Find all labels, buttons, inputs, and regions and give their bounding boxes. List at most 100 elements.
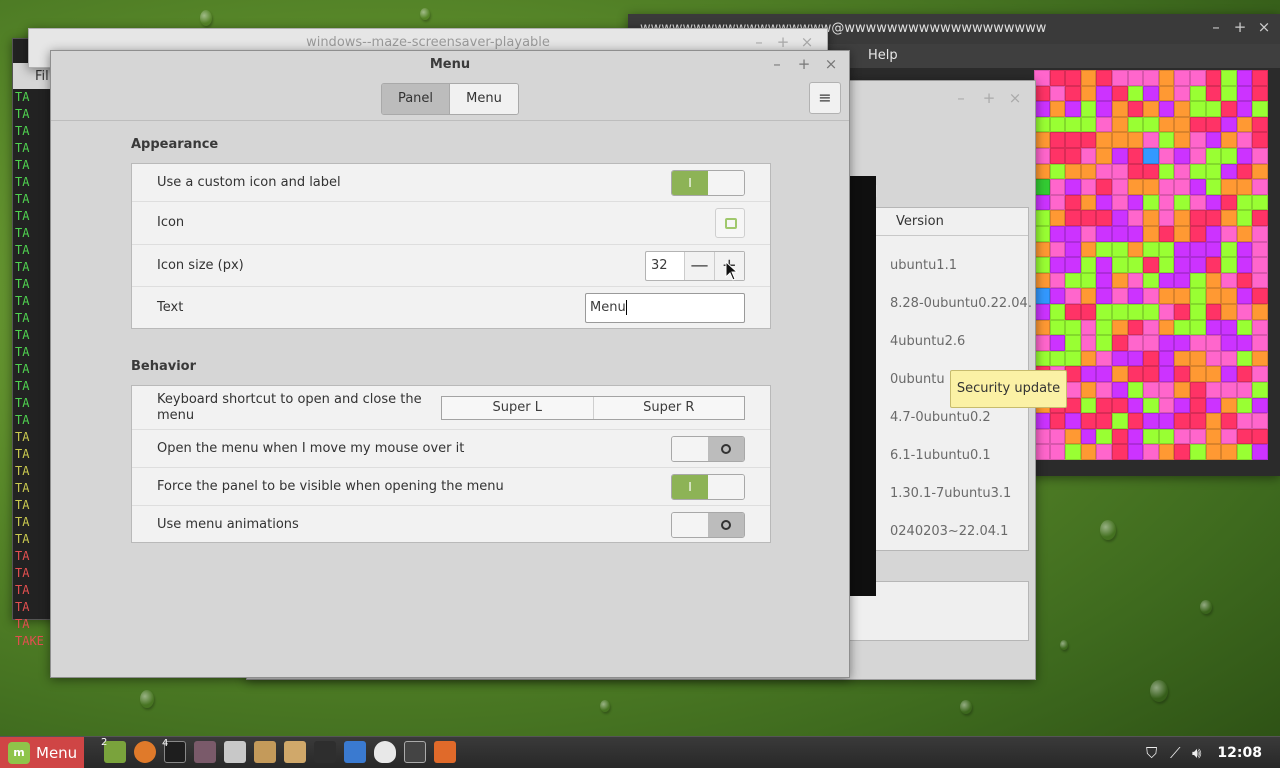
icon-chooser-button[interactable] [715,208,745,238]
maximize-icon[interactable]: + [1228,14,1252,40]
maximize-icon[interactable]: + [792,51,816,77]
maze-pixel [1127,85,1144,102]
hamburger-menu-icon[interactable]: ≡ [809,82,841,114]
shortcut-primary[interactable]: Super L [442,396,594,419]
hover-switch[interactable] [671,435,745,462]
close-icon[interactable]: × [1252,14,1276,40]
update-row-version[interactable]: 8.28-0ubuntu0.22.04. [890,296,1032,311]
shield-tray-icon[interactable]: ⛉ [1146,737,1157,768]
update-row-version[interactable]: 6.1-1ubuntu0.1 [890,448,991,463]
update-row-version[interactable]: ubuntu1.1 [890,258,957,273]
clock[interactable]: 12:08 [1217,737,1262,768]
maze-pixel [1065,148,1081,164]
maze-pixel [1096,70,1112,86]
volume-icon[interactable]: 🔊︎ [1192,737,1201,768]
menu-text-value: Menu [590,299,626,315]
maze-pixel [1049,288,1066,304]
maze-pixel [1252,257,1268,273]
update-row-version[interactable]: 0ubuntu [890,372,945,387]
icon-size-input[interactable]: 32 [646,251,686,280]
menu-settings-dialog[interactable]: Menu – + × Panel Menu ≡ Appearance Use a… [50,50,850,678]
maze-pixel [1174,226,1190,242]
window-list-icon[interactable] [404,741,426,763]
maze-pixel [1236,116,1253,133]
text-row: Text Menu [132,287,770,328]
maze-pixel [1080,70,1097,86]
menu-text-input[interactable]: Menu [585,292,745,323]
maze-pixel [1174,132,1190,148]
tab-panel[interactable]: Panel [382,84,450,114]
terminal-icon[interactable]: 4 [162,738,186,763]
maze-pixel [1221,366,1237,382]
maze-pixel [1221,444,1237,460]
tab-menu[interactable]: Menu [450,84,518,114]
dialog-toolbar: Panel Menu ≡ [51,79,849,121]
maze-pixel [1080,148,1097,164]
maze-pixel [1127,350,1144,367]
text-editor-icon[interactable] [344,741,366,763]
maze-pixel [1143,288,1159,304]
force-visible-label: Force the panel to be visible when openi… [157,478,504,494]
menu-file[interactable]: Fil [35,69,49,84]
maze-pixel [1236,444,1253,460]
minimize-icon[interactable]: – [949,85,973,111]
maze-pixel [1143,397,1159,414]
workspace-switcher-icon[interactable]: 2 [101,737,126,763]
maze-pixel [1221,226,1237,242]
maze-pixel [1236,70,1253,86]
app-icon[interactable] [194,741,216,763]
maze-pixel [1190,163,1206,180]
custom-icon-switch[interactable]: I [671,169,745,196]
force-visible-switch[interactable]: I [671,473,745,500]
maze-pixel [1034,319,1050,336]
maze-pixel [1158,241,1175,258]
maze-pixel [1205,85,1222,102]
maze-pixel [1049,241,1066,258]
maze-pixel [1174,241,1190,258]
maze-pixel [1252,148,1268,164]
minimize-icon[interactable]: – [765,51,789,77]
maze-pixel [1049,428,1066,445]
maze-pixel [1205,241,1222,258]
close-icon[interactable]: × [819,51,843,77]
maximize-icon[interactable]: + [977,85,1001,111]
menu-help[interactable]: Help [868,48,898,63]
animations-switch[interactable] [671,512,745,538]
blank-window-icon[interactable] [314,741,336,763]
network-icon[interactable]: ⟋ [1170,737,1181,768]
maze-pixel [1205,226,1222,242]
settings-icon[interactable] [224,741,246,763]
minimize-icon[interactable]: – [1204,14,1228,40]
maze-pixel [1174,319,1190,336]
maze-pixel [1127,444,1144,460]
maze-pixel [1065,304,1081,320]
archive-icon[interactable] [284,741,306,763]
maze-pixel [1190,226,1206,242]
version-column-header[interactable]: Version [870,208,1028,236]
maze-pixel [1112,226,1128,242]
maze-pixel [1252,101,1268,117]
package-icon[interactable] [254,741,276,763]
shield-icon[interactable] [374,741,396,763]
update-row-version[interactable]: 4ubuntu2.6 [890,334,965,349]
start-menu-button[interactable]: m Menu [0,737,84,768]
update-row-version[interactable]: 0240203~22.04.1 [890,524,1008,539]
maze-pixel [1034,101,1050,117]
decrement-button[interactable]: — [685,251,715,280]
update-row-version[interactable]: 4.7-0ubuntu0.2 [890,410,991,425]
maze-pixel [1205,382,1222,398]
maze-pixel [1252,241,1268,258]
update-row-version[interactable]: 1.30.1-7ubuntu3.1 [890,486,1011,501]
maze-pixel [1158,366,1175,382]
firefox-icon[interactable] [134,741,156,763]
shortcut-secondary[interactable]: Super R [594,397,745,419]
close-icon[interactable]: × [1003,85,1027,111]
maze-pixel [1174,210,1190,226]
maze-pixel [1190,319,1206,336]
maze-app-icon[interactable] [434,741,456,763]
maze-pixel [1096,101,1112,117]
maze-pixel [1174,413,1190,429]
maze-pixel [1065,163,1081,180]
maze-pixel [1205,428,1222,445]
maze-pixel [1236,382,1253,398]
